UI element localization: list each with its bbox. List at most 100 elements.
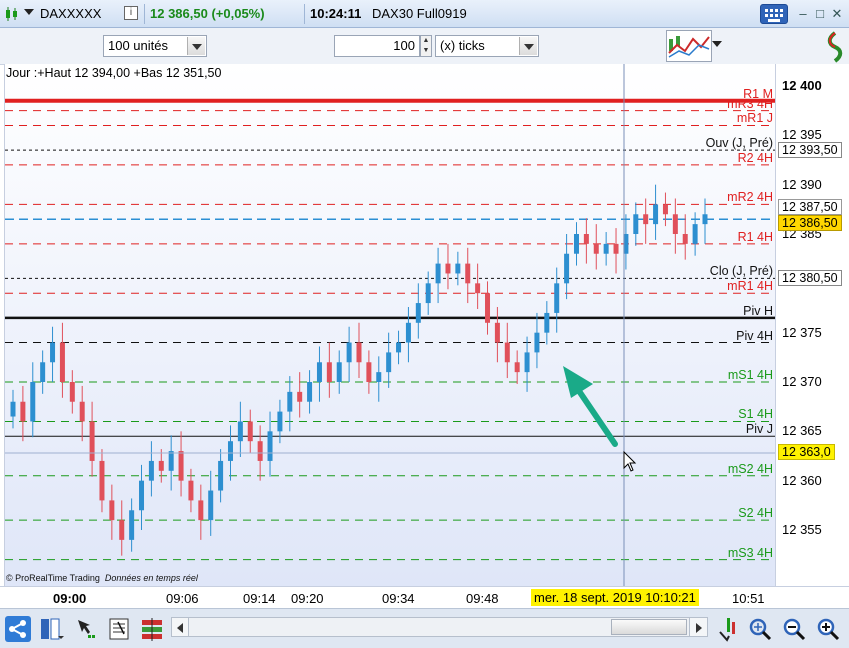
tools-toggle-icon[interactable] xyxy=(824,30,846,64)
contract-name: DAX30 Full0919 xyxy=(372,6,467,21)
candle xyxy=(237,401,243,457)
zoom-reset-icon[interactable] xyxy=(747,616,773,642)
level-label: Clo (J, Pré) xyxy=(709,264,773,279)
candle xyxy=(485,281,491,335)
candle xyxy=(99,449,105,513)
candle xyxy=(613,228,619,274)
time-label: 10:51 xyxy=(732,591,765,606)
price-tick-label: 12 375 xyxy=(782,324,822,340)
scrollbar-thumb[interactable] xyxy=(611,619,687,635)
candle xyxy=(494,307,500,363)
price-tick-label: 12 360 xyxy=(782,472,822,488)
candle xyxy=(316,346,322,402)
candle xyxy=(218,449,224,503)
candle xyxy=(336,350,342,394)
chevron-down-icon[interactable] xyxy=(187,37,205,55)
level-label: mR3 4H xyxy=(727,96,773,111)
ticks-select-value: (x) ticks xyxy=(440,38,485,53)
quantity-stepper[interactable]: ▲ ▼ xyxy=(420,35,432,57)
candle xyxy=(10,389,16,429)
strategy-icon[interactable] xyxy=(106,616,132,642)
candle xyxy=(129,498,135,552)
last-price-change: 12 386,50 (+0,05%) xyxy=(150,6,265,21)
level-label: mR1 J xyxy=(736,111,773,126)
candle xyxy=(465,247,471,304)
price-tick-label: 12 365 xyxy=(782,423,822,439)
candle xyxy=(297,372,303,418)
level-label: Piv J xyxy=(745,422,773,437)
auto-scroll-icon[interactable] xyxy=(717,616,743,642)
candle xyxy=(475,263,481,309)
scroll-right-button[interactable] xyxy=(689,617,708,637)
candle xyxy=(89,401,95,477)
level-label: R2 4H xyxy=(737,150,773,165)
candle xyxy=(633,202,639,246)
time-label: 09:20 xyxy=(291,591,324,606)
order-toolbar: 100 unités 100 ▲ ▼ (x) ticks xyxy=(0,28,849,65)
indicator-list-icon[interactable] xyxy=(139,616,165,642)
candle xyxy=(50,326,56,382)
candle xyxy=(158,449,164,483)
units-select[interactable]: 100 unités xyxy=(103,35,207,57)
stepper-down-icon[interactable]: ▼ xyxy=(421,46,431,56)
candle xyxy=(326,342,332,398)
level-label: mS1 4H xyxy=(727,368,773,382)
price-chart[interactable] xyxy=(4,64,775,586)
arrow-left-icon xyxy=(177,623,183,633)
candle xyxy=(573,222,579,266)
level-label: Piv 4H xyxy=(736,328,773,343)
symbol-name[interactable]: DAXXXXX xyxy=(40,6,101,21)
candle xyxy=(247,409,253,454)
indicators-dropdown-icon[interactable] xyxy=(712,41,722,47)
candle xyxy=(40,350,46,394)
candle xyxy=(168,435,174,491)
candle xyxy=(396,330,402,365)
candle xyxy=(386,332,392,388)
candle xyxy=(643,198,649,244)
close-button[interactable]: ✕ xyxy=(827,5,847,23)
scroll-left-button[interactable] xyxy=(171,617,189,637)
level-label: mR1 4H xyxy=(727,279,773,294)
day-high-low-info: Jour :+Haut 12 394,00 +Bas 12 351,50 xyxy=(6,66,222,80)
time-axis[interactable]: 09:00 09:06 09:14 09:20 09:34 09:48 10:5… xyxy=(0,586,849,608)
chevron-down-icon[interactable] xyxy=(519,37,537,55)
symbol-dropdown-icon[interactable] xyxy=(24,9,34,15)
drawing-tool-icon[interactable] xyxy=(72,616,98,642)
price-tick-label: 12 395 xyxy=(782,127,822,143)
candle xyxy=(504,322,510,379)
price-tag-cursor: 12 363,0 xyxy=(778,444,835,460)
candle xyxy=(445,243,451,290)
title-separator xyxy=(144,4,145,24)
zoom-out-icon[interactable] xyxy=(781,616,807,642)
quantity-input[interactable]: 100 xyxy=(334,35,420,57)
level-label: mS3 4H xyxy=(727,545,773,560)
candle xyxy=(148,441,154,497)
zoom-in-icon[interactable] xyxy=(815,616,841,642)
level-label: mR2 4H xyxy=(727,190,773,205)
candle xyxy=(455,251,461,286)
candle xyxy=(593,224,599,270)
level-label: R1 4H xyxy=(737,229,773,244)
candle xyxy=(376,356,382,402)
indicators-button[interactable] xyxy=(666,30,712,62)
price-tag-last: 12 386,50 xyxy=(778,215,842,231)
order-book-icon[interactable] xyxy=(38,616,64,642)
candle xyxy=(524,336,530,392)
candle xyxy=(514,350,520,384)
credit-text: © ProRealTime Trading Données en temps r… xyxy=(6,573,198,583)
price-tag-open-prev: 12 393,50 xyxy=(778,142,842,158)
price-tick-label: 12 400 xyxy=(782,78,822,93)
candle xyxy=(653,184,659,240)
keyboard-icon[interactable] xyxy=(760,4,788,24)
level-label: S1 4H xyxy=(738,407,773,422)
time-label: 09:14 xyxy=(243,591,276,606)
candle xyxy=(603,232,609,266)
ticks-select[interactable]: (x) ticks xyxy=(435,35,539,57)
stepper-up-icon[interactable]: ▲ xyxy=(421,36,431,46)
info-icon[interactable]: i xyxy=(124,6,138,20)
time-label: 09:06 xyxy=(166,591,199,606)
candle xyxy=(405,307,411,363)
share-icon[interactable] xyxy=(5,616,31,642)
candle xyxy=(109,484,115,540)
price-axis[interactable]: 12 400 12 395 12 390 12 385 12 375 12 370 12 3… xyxy=(775,64,849,586)
